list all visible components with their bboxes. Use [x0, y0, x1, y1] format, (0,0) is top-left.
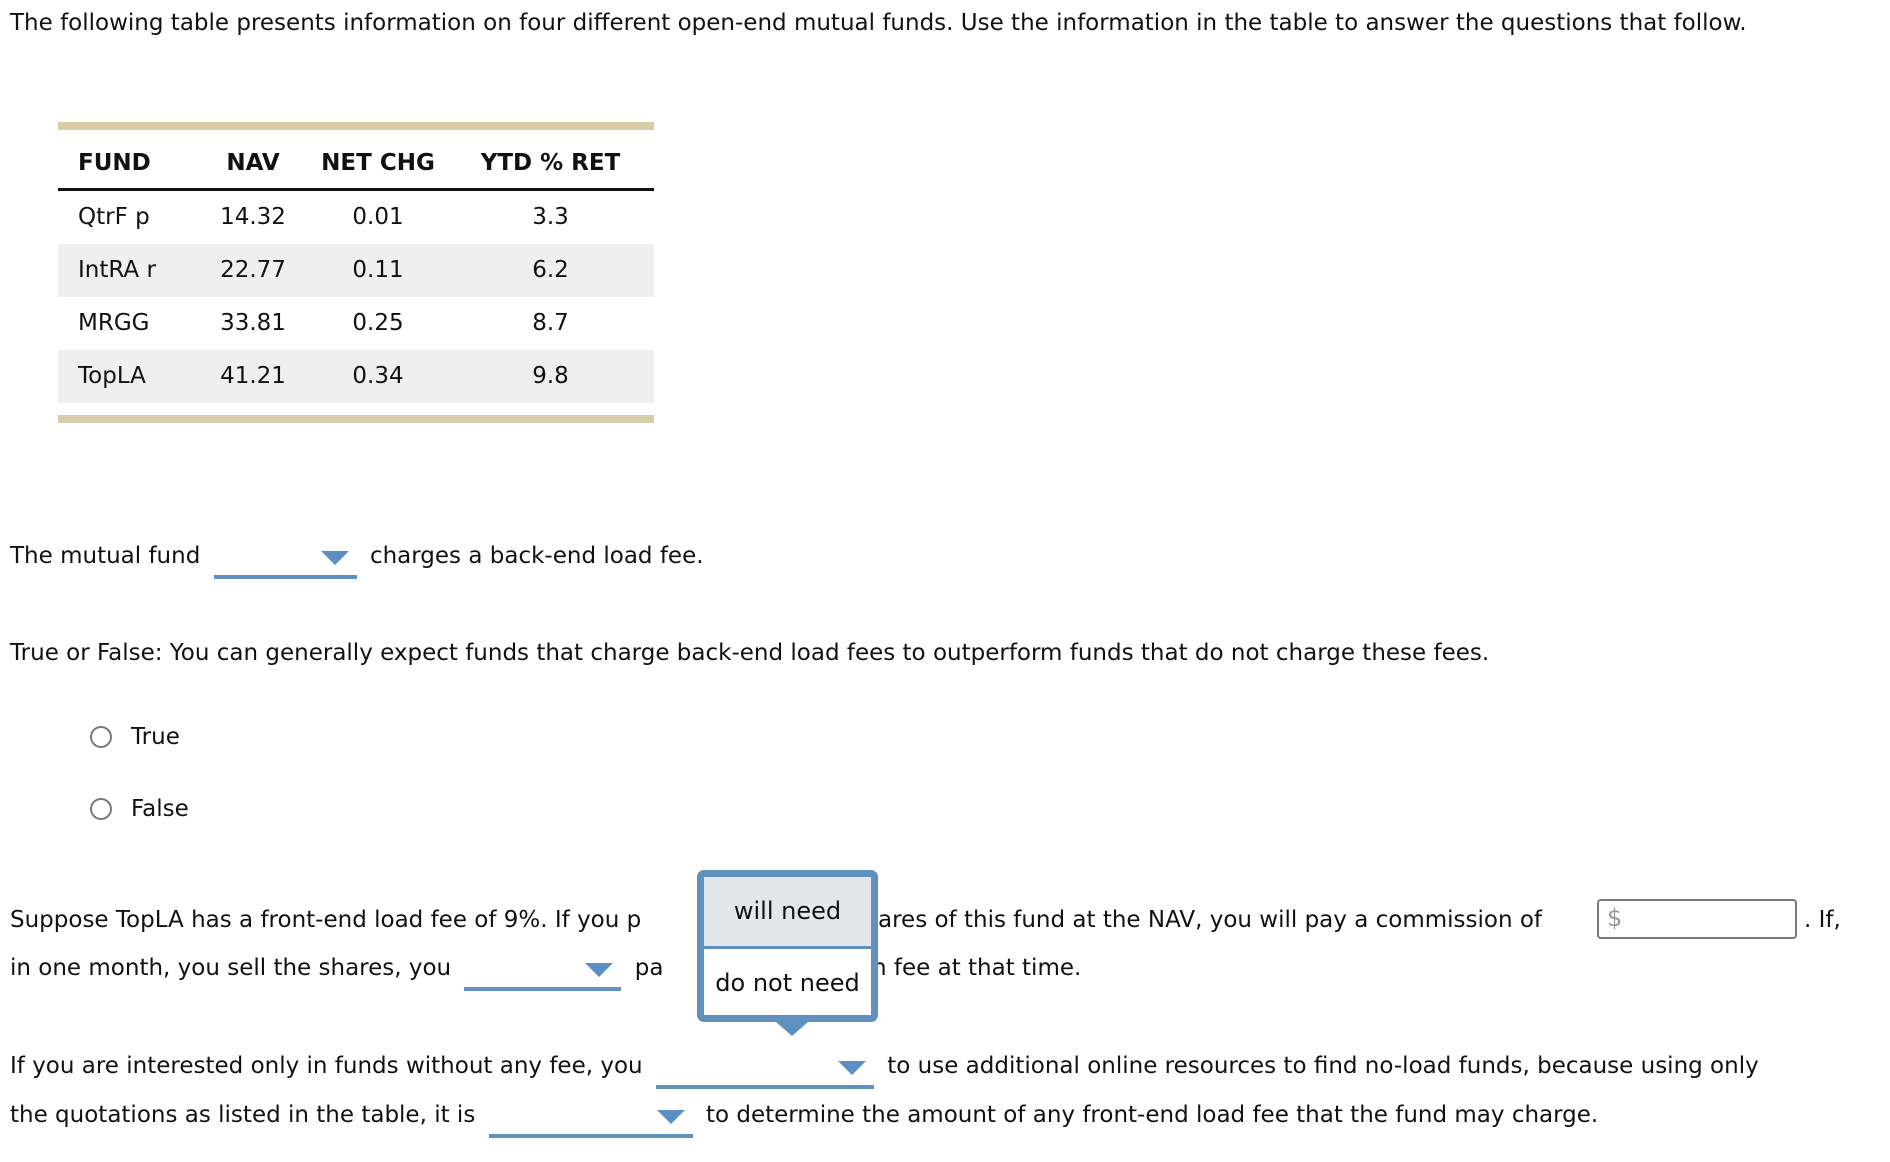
radio-true[interactable]: True — [90, 724, 180, 750]
cell-net-chg: 0.01 — [352, 204, 404, 230]
q4-line2-part-b: to determine the amount of any front-end… — [705, 1102, 1599, 1128]
caret-down-icon — [837, 1061, 866, 1075]
q1-text-after: charges a back-end load fee. — [369, 543, 704, 569]
question-4-line-2: the quotations as listed in the table, i… — [10, 1100, 1599, 1138]
q3-line1-part-c: . If, — [1804, 907, 1841, 933]
q3-line2-part-a: in one month, you sell the shares, you — [10, 955, 452, 981]
table-bottom-bar — [58, 415, 654, 423]
radio-true-label[interactable]: True — [131, 724, 180, 750]
q1-text-before: The mutual fund — [10, 543, 201, 569]
q3-line2-part-c: n fee at that time. — [872, 955, 1082, 981]
cell-net-chg: 0.25 — [352, 310, 404, 336]
question-4-line-1: If you are interested only in funds with… — [10, 1051, 1759, 1089]
cell-ytd-ret: 9.8 — [532, 363, 569, 389]
cell-nav: 41.21 — [220, 363, 286, 389]
intro-text: The following table presents information… — [10, 10, 1747, 36]
dollar-sign: $ — [1607, 904, 1623, 932]
cell-net-chg: 0.11 — [352, 257, 404, 283]
q4-line1-part-a: If you are interested only in funds with… — [10, 1053, 643, 1079]
radio-false-label[interactable]: False — [131, 796, 189, 822]
q4-line2-part-a: the quotations as listed in the table, i… — [10, 1102, 476, 1128]
radio-circle-icon[interactable] — [90, 798, 112, 820]
cell-nav: 22.77 — [220, 257, 286, 283]
cell-nav: 33.81 — [220, 310, 286, 336]
cell-ytd-ret: 8.7 — [532, 310, 569, 336]
option-do-not-need[interactable]: do not need — [704, 949, 871, 1018]
cell-nav: 14.32 — [220, 204, 286, 230]
header-ytd-ret: YTD % RET — [480, 150, 621, 176]
commission-input[interactable]: $ — [1597, 899, 1797, 939]
question-3-line-1: Suppose TopLA has a front-end load fee o… — [10, 905, 641, 935]
header-nav: NAV — [226, 150, 280, 176]
question-1: The mutual fund charges a back-end load … — [10, 541, 704, 579]
caret-down-icon — [656, 1110, 685, 1124]
table-row: TopLA 41.21 0.34 9.8 — [58, 350, 654, 403]
table-row: QtrF p 14.32 0.01 3.3 — [58, 191, 654, 244]
cell-fund: TopLA — [78, 363, 146, 389]
option-will-need[interactable]: will need — [704, 877, 871, 949]
cell-fund: IntRA r — [78, 257, 156, 283]
radio-false[interactable]: False — [90, 796, 189, 822]
cell-fund: QtrF p — [78, 204, 150, 230]
question-3-line-2: in one month, you sell the shares, you p… — [10, 953, 664, 991]
table-header-row: FUND NAV NET CHG YTD % RET — [58, 130, 654, 191]
q3-line1-part-a: Suppose TopLA has a front-end load fee o… — [10, 907, 642, 933]
q3-line1-part-b: ares of this fund at the NAV, you will p… — [878, 907, 1543, 933]
cell-fund: MRGG — [78, 310, 150, 336]
cell-net-chg: 0.34 — [352, 363, 404, 389]
question-2-prompt: True or False: You can generally expect … — [10, 640, 1490, 666]
cell-ytd-ret: 3.3 — [532, 204, 569, 230]
popup-pointer-icon — [776, 1022, 808, 1036]
radio-circle-icon[interactable] — [90, 726, 112, 748]
q4-line1-part-b: to use additional online resources to fi… — [887, 1053, 1759, 1079]
dropdown-popup: will need do not need — [697, 870, 878, 1036]
caret-down-icon — [585, 963, 614, 977]
q3-line2-part-b: pa — [634, 955, 664, 981]
table-row: IntRA r 22.77 0.11 6.2 — [58, 244, 654, 297]
caret-down-icon — [320, 551, 349, 565]
table-top-bar — [58, 122, 654, 130]
table-row: MRGG 33.81 0.25 8.7 — [58, 297, 654, 350]
sell-dropdown[interactable] — [464, 953, 622, 991]
possibility-dropdown[interactable] — [488, 1100, 693, 1138]
resources-dropdown[interactable] — [655, 1051, 874, 1089]
fund-dropdown[interactable] — [213, 541, 357, 579]
header-fund: FUND — [78, 150, 151, 176]
header-net-chg: NET CHG — [321, 150, 435, 176]
funds-table: FUND NAV NET CHG YTD % RET QtrF p 14.32 … — [58, 122, 654, 423]
cell-ytd-ret: 6.2 — [532, 257, 569, 283]
